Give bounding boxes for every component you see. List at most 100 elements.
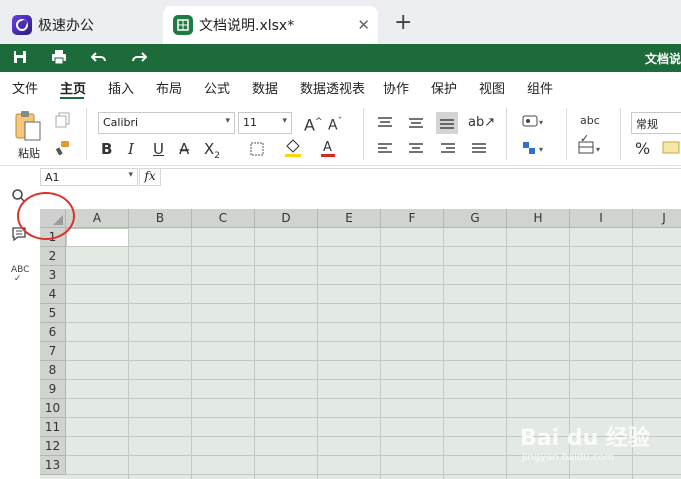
separator bbox=[363, 108, 364, 160]
menu-view[interactable]: 视图 bbox=[479, 78, 505, 97]
menu-layout[interactable]: 布局 bbox=[156, 78, 182, 97]
active-cell[interactable] bbox=[66, 228, 129, 247]
row-header-5[interactable]: 5 bbox=[40, 304, 66, 323]
name-box-value: A1 bbox=[45, 171, 60, 184]
separator bbox=[506, 108, 507, 160]
grid-row-line bbox=[66, 265, 681, 266]
subscript-icon[interactable]: X2 bbox=[204, 140, 220, 165]
format-painter-icon[interactable] bbox=[55, 140, 71, 159]
number-format-icon[interactable]: ▾ bbox=[578, 140, 604, 159]
menu-protect[interactable]: 保护 bbox=[431, 78, 457, 97]
tab-bar: 极速办公 文档说明.xlsx* ✕ + bbox=[0, 0, 681, 44]
watermark-url: jingyan.baidu.com bbox=[522, 452, 615, 463]
conditional-format-icon[interactable]: ▾ bbox=[522, 140, 546, 159]
column-header-e[interactable]: E bbox=[318, 209, 381, 228]
separator bbox=[620, 108, 621, 160]
align-right-icon[interactable] bbox=[440, 142, 456, 159]
menu-insert[interactable]: 插入 bbox=[108, 78, 134, 97]
row-header-12[interactable]: 12 bbox=[40, 437, 66, 456]
column-header-i[interactable]: I bbox=[570, 209, 633, 228]
text-orientation-icon[interactable]: ab↗ bbox=[468, 114, 495, 132]
increase-font-icon[interactable]: A^ bbox=[304, 113, 323, 134]
grid-row-line bbox=[66, 474, 681, 475]
column-header-a[interactable]: A bbox=[66, 209, 129, 228]
font-color-icon[interactable]: A bbox=[320, 138, 336, 161]
save-icon[interactable] bbox=[12, 49, 30, 67]
row-header-9[interactable]: 9 bbox=[40, 380, 66, 399]
new-tab-button[interactable]: + bbox=[394, 12, 412, 34]
align-bottom-icon[interactable] bbox=[436, 112, 458, 134]
align-middle-icon[interactable] bbox=[408, 116, 424, 133]
column-header-h[interactable]: H bbox=[507, 209, 570, 228]
font-size-value: 11 bbox=[243, 116, 257, 129]
undo-icon[interactable] bbox=[90, 49, 109, 67]
row-header-10[interactable]: 10 bbox=[40, 399, 66, 418]
cell-style-icon[interactable]: ▾ bbox=[522, 114, 546, 131]
menu-home[interactable]: 主页 bbox=[60, 78, 86, 97]
thousands-separator-icon[interactable] bbox=[662, 140, 680, 159]
menu-data[interactable]: 数据 bbox=[252, 78, 278, 97]
row-header-6[interactable]: 6 bbox=[40, 323, 66, 342]
chevron-down-icon: ▾ bbox=[128, 170, 133, 180]
menu-formula[interactable]: 公式 bbox=[204, 78, 230, 97]
row-header-8[interactable]: 8 bbox=[40, 361, 66, 380]
borders-icon[interactable] bbox=[250, 142, 264, 159]
column-header-f[interactable]: F bbox=[381, 209, 444, 228]
insert-function-button[interactable]: fx bbox=[139, 168, 161, 186]
tab-document[interactable]: 文档说明.xlsx* ✕ bbox=[163, 6, 378, 44]
svg-text:▾: ▾ bbox=[596, 145, 600, 154]
column-header-c[interactable]: C bbox=[192, 209, 255, 228]
row-header-7[interactable]: 7 bbox=[40, 342, 66, 361]
highlight-circle bbox=[17, 192, 75, 240]
print-icon[interactable] bbox=[51, 49, 69, 67]
row-header-3[interactable]: 3 bbox=[40, 266, 66, 285]
formula-input[interactable] bbox=[161, 168, 681, 208]
row-header-4[interactable]: 4 bbox=[40, 285, 66, 304]
chevron-down-icon: ▾ bbox=[282, 116, 287, 126]
column-header-d[interactable]: D bbox=[255, 209, 318, 228]
justify-icon[interactable] bbox=[471, 142, 487, 159]
spell-check-icon[interactable]: ABC ✓ bbox=[11, 266, 29, 284]
ribbon-toolbar: 粘贴 Calibri ▾ 11 ▾ A^ Aˇ B I U A̶ X2 A ab… bbox=[0, 100, 681, 166]
percent-button[interactable]: % bbox=[635, 140, 650, 158]
grid-row-line bbox=[66, 341, 681, 342]
underline-button[interactable]: U bbox=[153, 140, 164, 158]
column-header-b[interactable]: B bbox=[129, 209, 192, 228]
menu-file[interactable]: 文件 bbox=[12, 78, 38, 97]
copy-icon[interactable] bbox=[55, 112, 71, 131]
font-name-value: Calibri bbox=[103, 116, 139, 129]
close-icon[interactable]: ✕ bbox=[357, 16, 370, 34]
redo-icon[interactable] bbox=[131, 49, 149, 67]
chevron-down-icon: ▾ bbox=[225, 116, 230, 126]
name-box[interactable]: A1 ▾ bbox=[40, 168, 138, 186]
grid-row-line bbox=[66, 303, 681, 304]
column-header-j[interactable]: J bbox=[633, 209, 681, 228]
tab-label: 文档说明.xlsx* bbox=[199, 18, 295, 34]
paste-label: 粘贴 bbox=[18, 147, 40, 160]
ribbon-menu: 文件 主页 插入 布局 公式 数据 数据透视表 协作 保护 视图 组件 bbox=[0, 72, 681, 100]
fill-color-icon[interactable] bbox=[284, 138, 302, 161]
row-header-2[interactable]: 2 bbox=[40, 247, 66, 266]
menu-collaborate[interactable]: 协作 bbox=[383, 78, 409, 97]
number-format-select[interactable]: 常规 bbox=[631, 112, 681, 134]
menu-components[interactable]: 组件 bbox=[527, 78, 553, 97]
menu-pivot[interactable]: 数据透视表 bbox=[300, 78, 365, 97]
bold-button[interactable]: B bbox=[101, 140, 112, 158]
italic-button[interactable]: I bbox=[128, 140, 134, 158]
row-header-11[interactable]: 11 bbox=[40, 418, 66, 437]
align-left-icon[interactable] bbox=[377, 142, 393, 159]
align-center-icon[interactable] bbox=[408, 142, 424, 159]
grid-row-line bbox=[66, 322, 681, 323]
row-header-13[interactable]: 13 bbox=[40, 456, 66, 475]
font-name-select[interactable]: Calibri ▾ bbox=[98, 112, 235, 134]
separator bbox=[86, 108, 87, 160]
align-top-icon[interactable] bbox=[377, 116, 393, 133]
tab-home[interactable]: 极速办公 bbox=[4, 6, 154, 44]
quick-access-toolbar: 文档说 bbox=[0, 44, 681, 72]
active-tab-indicator bbox=[60, 97, 84, 99]
paste-icon[interactable] bbox=[14, 110, 42, 145]
column-header-g[interactable]: G bbox=[444, 209, 507, 228]
strikethrough-icon[interactable]: A̶ bbox=[179, 140, 189, 158]
decrease-font-icon[interactable]: Aˇ bbox=[328, 113, 342, 135]
font-size-select[interactable]: 11 ▾ bbox=[238, 112, 292, 134]
